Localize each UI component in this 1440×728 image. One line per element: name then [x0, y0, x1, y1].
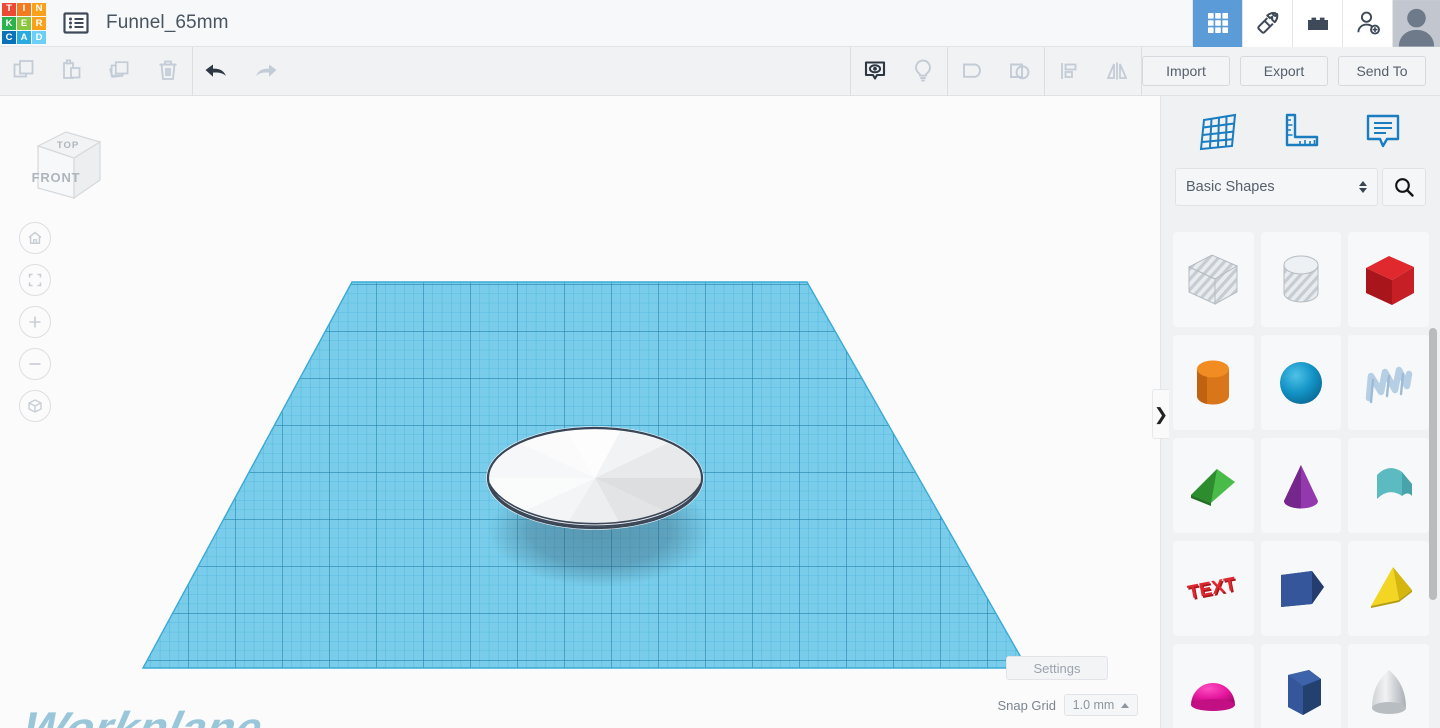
svg-text:TEXT: TEXT: [1186, 573, 1238, 603]
shape-polygon[interactable]: [1260, 644, 1342, 728]
caret-up-icon: [1121, 702, 1130, 708]
logo-tile-8: D: [32, 31, 46, 45]
paste-button[interactable]: [48, 47, 96, 96]
shape-paraboloid[interactable]: [1348, 644, 1429, 728]
light-bulb-button[interactable]: [899, 47, 947, 96]
snap-grid-label: Snap Grid: [997, 697, 1056, 713]
align-tool-group: [1045, 47, 1141, 96]
panel-tab-bar: [1161, 96, 1440, 168]
shape-box-hole[interactable]: [1173, 232, 1254, 327]
snap-grid-select[interactable]: 1.0 mm: [1064, 694, 1138, 716]
mirror-button[interactable]: [1093, 47, 1141, 96]
add-user-icon[interactable]: [1342, 0, 1392, 47]
logo-tile-2: N: [32, 2, 46, 16]
import-button[interactable]: Import: [1142, 56, 1230, 86]
snap-grid-value: 1.0 mm: [1072, 698, 1115, 712]
document-list-icon[interactable]: [62, 10, 90, 36]
shape-category-value: Basic Shapes: [1186, 179, 1275, 195]
hammer-pick-icon[interactable]: [1242, 0, 1292, 47]
shape-scribble[interactable]: [1348, 335, 1429, 430]
zoom-out-button[interactable]: [19, 348, 51, 380]
blocks-icon[interactable]: [1292, 0, 1342, 47]
shape-half-sphere[interactable]: [1173, 644, 1254, 728]
funnel-cone-shape[interactable]: [486, 426, 704, 530]
shape-cylinder[interactable]: [1173, 335, 1254, 430]
settings-button[interactable]: Settings: [1006, 656, 1108, 680]
copy-button[interactable]: [0, 47, 48, 96]
svg-text:TOP: TOP: [57, 140, 79, 151]
logo-tile-1: I: [17, 2, 31, 16]
shape-cone[interactable]: [1260, 438, 1342, 533]
export-button[interactable]: Export: [1240, 56, 1328, 86]
history-tool-group: [193, 47, 289, 96]
send-to-button[interactable]: Send To: [1338, 56, 1426, 86]
ungroup-button[interactable]: [996, 47, 1044, 96]
grid-dashboard-icon[interactable]: [1192, 0, 1242, 47]
avatar[interactable]: [1392, 0, 1440, 47]
tab-shapes[interactable]: [1189, 107, 1247, 157]
zoom-in-button[interactable]: [19, 306, 51, 338]
shape-wedge[interactable]: [1173, 438, 1254, 533]
show-hide-button[interactable]: [851, 47, 899, 96]
group-tool-group: [948, 47, 1044, 96]
workplane-label: Workplane: [12, 704, 272, 728]
logo-tile-6: C: [2, 31, 16, 45]
clipboard-tool-group: [0, 47, 192, 96]
tinkercad-logo[interactable]: T I N K E R C A D: [2, 2, 46, 45]
delete-button[interactable]: [144, 47, 192, 96]
snap-grid-control: Snap Grid 1.0 mm: [997, 694, 1138, 716]
logo-tile-0: T: [2, 2, 16, 16]
workplane-surface: [141, 281, 1029, 669]
align-button[interactable]: [1045, 47, 1093, 96]
edit-toolbar: Import Export Send To: [0, 46, 1440, 96]
shapes-panel: Basic Shapes TEXT TEXT: [1160, 96, 1440, 728]
object-shadow: [488, 475, 712, 587]
page-title: Funnel_65mm: [106, 12, 229, 33]
shape-tube[interactable]: [1260, 541, 1342, 636]
scene-3d: Workplane: [12, 281, 1029, 728]
shape-library-grid: TEXT TEXT: [1161, 228, 1440, 728]
svg-text:FRONT: FRONT: [32, 170, 81, 185]
shape-sphere[interactable]: [1260, 335, 1342, 430]
shape-pyramid[interactable]: [1348, 541, 1429, 636]
top-bar: T I N K E R C A D Funnel_65mm: [0, 0, 1440, 47]
search-shapes-button[interactable]: [1382, 168, 1426, 206]
view-navigation-controls: [19, 222, 51, 422]
tab-ruler[interactable]: [1271, 107, 1329, 157]
logo-tile-5: R: [32, 16, 46, 31]
shape-panel-scrollbar-thumb[interactable]: [1429, 328, 1437, 600]
topbar-actions: [1192, 0, 1440, 47]
chevron-updown-icon: [1359, 181, 1367, 193]
logo-tile-3: K: [2, 16, 16, 31]
shape-roof[interactable]: [1348, 438, 1429, 533]
shape-cylinder-hole[interactable]: [1260, 232, 1342, 327]
duplicate-button[interactable]: [96, 47, 144, 96]
redo-button[interactable]: [241, 47, 289, 96]
undo-button[interactable]: [193, 47, 241, 96]
tab-notes[interactable]: [1354, 107, 1412, 157]
toolbar-action-buttons: Import Export Send To: [1142, 56, 1440, 86]
fit-to-view-button[interactable]: [19, 264, 51, 296]
logo-tile-7: A: [17, 31, 31, 45]
home-view-button[interactable]: [19, 222, 51, 254]
logo-tile-4: E: [17, 16, 31, 31]
shape-category-row: Basic Shapes: [1161, 168, 1440, 206]
view-cube[interactable]: TOP FRONT: [20, 114, 112, 206]
orthographic-view-button[interactable]: [19, 390, 51, 422]
group-button[interactable]: [948, 47, 996, 96]
shape-text[interactable]: TEXT TEXT: [1173, 541, 1254, 636]
shape-category-select[interactable]: Basic Shapes: [1175, 168, 1378, 206]
workplane-canvas[interactable]: Workplane: [0, 96, 1160, 728]
shape-box[interactable]: [1348, 232, 1429, 327]
collapse-panel-handle[interactable]: ❯: [1152, 389, 1169, 439]
view-tool-group: [851, 47, 947, 96]
